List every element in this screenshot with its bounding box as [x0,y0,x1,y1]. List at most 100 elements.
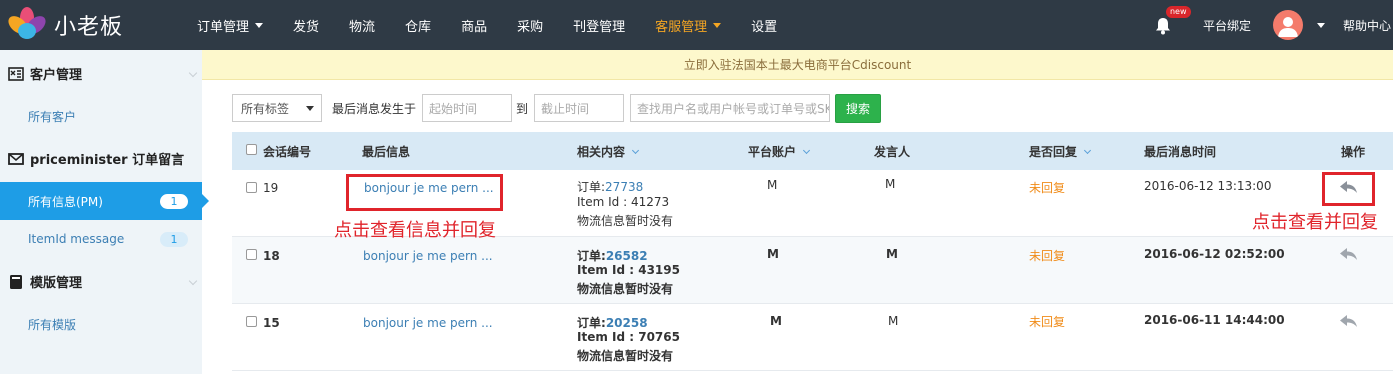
session-id: 15 [263,316,280,330]
sidebar-item-label: 所有客户 [28,109,77,124]
sort-down-icon [802,146,811,155]
annotation-box-message [346,174,503,211]
annotation-box-reply [1322,172,1375,206]
search-button[interactable]: 搜索 [835,93,882,123]
nav-customer-service[interactable]: 客服管理 [640,0,736,50]
last-message-time: 2016-06-12 13:13:00 [1144,179,1272,193]
reply-status: 未回复 [1029,181,1066,195]
speaker: M [888,314,899,328]
reply-icon [1340,315,1357,327]
nav-label: 订单管理 [197,19,250,35]
sidebar-item-all-customers[interactable]: 所有客户 [0,97,202,135]
nav-warehouse[interactable]: 仓库 [390,0,446,50]
header-action: 操作 [1341,145,1366,159]
nav-logistics[interactable]: 物流 [334,0,390,50]
sidebar-item-label: ItemId message [28,232,125,246]
nav-products[interactable]: 商品 [446,0,502,50]
user-icon [1277,17,1298,37]
reply-button[interactable] [1339,247,1359,264]
user-avatar[interactable] [1272,10,1303,40]
last-message-label: 最后消息发生于 [332,101,417,116]
sidebar-group-templates[interactable]: 模版管理 [0,258,202,305]
bell-icon [1155,18,1170,35]
item-id: Item Id : 41273 [577,195,670,209]
search-input[interactable]: 查找用户名或用户帐号或订单号或SKU [630,94,831,122]
order-info: 订单:20258 [577,314,648,331]
sort-down-icon [1083,146,1092,155]
last-message-link[interactable]: bonjour je me pern ... [363,249,493,263]
end-time-input[interactable]: 截止时间 [534,94,625,122]
count-badge: 1 [160,194,188,209]
start-time-placeholder: 起始时间 [429,101,478,116]
promo-notice-text: 立即入驻法国本土最大电商平台Cdiscount [683,58,912,72]
table-header: 会话编号 最后信息 相关内容 平台账户 发言人 是否回复 最后消息时间 操作 [232,132,1393,170]
nav-listing-management[interactable]: 刊登管理 [558,0,640,50]
platform-account: M [767,247,779,261]
order-number-link[interactable]: 20258 [606,316,648,330]
item-id: Item Id : 70765 [577,330,680,344]
table-row[interactable]: 18 bonjour je me pern ... 订单:26582 Item … [232,237,1393,304]
header-related-content[interactable]: 相关内容 [577,143,640,160]
nav-label: 发货 [293,19,320,35]
annotation-click-reply: 点击查看并回复 [1252,212,1378,233]
sort-down-icon [631,146,640,155]
select-all-checkbox[interactable] [246,144,257,155]
nav-label: 采购 [517,19,544,35]
mail-icon [8,152,24,165]
header-platform-account[interactable]: 平台账户 [748,143,811,160]
sidebar-group-customer[interactable]: 客户管理 [0,50,202,97]
search-placeholder: 查找用户名或用户帐号或订单号或SKU [637,101,831,116]
top-right-controls: new 平台绑定 帮助中心 [1155,0,1393,50]
nav-settings[interactable]: 设置 [736,0,792,50]
new-badge: new [1165,6,1191,18]
start-time-input[interactable]: 起始时间 [422,94,513,122]
order-label: 订单: [577,180,606,194]
reply-status: 未回复 [1029,249,1066,263]
notification-bell[interactable]: new [1155,6,1191,35]
reply-icon [1340,248,1357,260]
row-checkbox[interactable] [246,182,257,193]
session-id: 19 [263,181,279,195]
avatar-caret-down-icon[interactable] [1316,22,1325,28]
count-badge: 1 [160,232,188,247]
order-number-link[interactable]: 27738 [605,180,643,194]
order-info: 订单:26582 [577,247,648,264]
last-message-time: 2016-06-11 14:44:00 [1144,313,1285,327]
last-message-link[interactable]: bonjour je me pern ... [363,316,493,330]
row-checkbox[interactable] [246,316,257,327]
logo-flower-icon [8,7,46,39]
platform-bind-link[interactable]: 平台绑定 [1203,17,1251,34]
reply-button[interactable] [1339,314,1359,331]
header-label: 相关内容 [577,145,626,159]
end-time-placeholder: 截止时间 [541,101,590,116]
sidebar: 客户管理 所有客户 priceminister 订单留言 所有信息(PM) 1 … [0,50,209,374]
sidebar-group-priceminister[interactable]: priceminister 订单留言 [0,135,202,182]
chevron-down-icon [188,276,198,286]
logistics-info: 物流信息暂时没有 [577,214,674,228]
nav-order-management[interactable]: 订单管理 [182,0,278,50]
filter-bar: 所有标签 最后消息发生于 起始时间 到 截止时间 查找用户名或用户帐号或订单号或… [232,93,882,123]
header-label: 是否回复 [1029,145,1078,159]
table-row[interactable]: 15 bonjour je me pern ... 订单:20258 Item … [232,304,1393,371]
header-replied[interactable]: 是否回复 [1029,143,1092,160]
app-name: 小老板 [54,15,124,40]
tag-select-value: 所有标签 [241,101,290,116]
order-info: 订单:27738 [577,178,643,195]
order-number-link[interactable]: 26582 [606,249,648,263]
nav-purchasing[interactable]: 采购 [502,0,558,50]
header-speaker: 发言人 [874,145,911,159]
nav-shipping[interactable]: 发货 [278,0,334,50]
sidebar-item-all-templates[interactable]: 所有模版 [0,305,202,343]
sidebar-group-label: priceminister 订单留言 [30,153,185,168]
customer-icon [8,66,24,81]
sidebar-item-all-messages-pm[interactable]: 所有信息(PM) 1 [0,182,209,220]
promo-notice-bar[interactable]: 立即入驻法国本土最大电商平台Cdiscount [202,50,1393,80]
help-center-link[interactable]: 帮助中心 [1343,17,1391,34]
sidebar-item-label: 所有信息(PM) [28,194,103,209]
sidebar-item-itemid-message[interactable]: ItemId message 1 [0,220,202,258]
nav-label: 商品 [461,19,488,35]
row-checkbox[interactable] [246,249,257,260]
logo[interactable]: 小老板 [0,0,190,50]
last-message-time: 2016-06-12 02:52:00 [1144,247,1285,261]
tag-select[interactable]: 所有标签 [232,94,322,122]
